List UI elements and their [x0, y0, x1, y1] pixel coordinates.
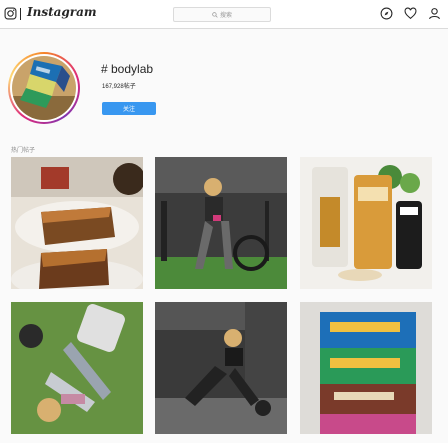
- posts-count: 167,928帖子: [102, 84, 136, 90]
- header-divider: [20, 8, 21, 20]
- instagram-logo[interactable]: Instagram: [27, 5, 97, 19]
- follow-button[interactable]: 关注: [102, 102, 156, 115]
- top-posts-heading: 热门帖子: [11, 148, 36, 154]
- post-thumbnail[interactable]: [155, 157, 287, 289]
- avatar-border: [10, 54, 78, 122]
- hashtag-title: # bodylab: [101, 62, 154, 76]
- hashtag-avatar[interactable]: [8, 52, 80, 124]
- search-input[interactable]: 搜索: [173, 7, 271, 22]
- camera-icon[interactable]: [4, 7, 17, 20]
- post-thumbnail[interactable]: [11, 157, 143, 289]
- post-thumbnail[interactable]: [300, 302, 432, 434]
- heart-icon[interactable]: [404, 7, 417, 20]
- compass-icon[interactable]: [380, 7, 393, 20]
- avatar-image: [12, 56, 76, 120]
- search-placeholder: 搜索: [219, 13, 232, 19]
- post-thumbnail[interactable]: [11, 302, 143, 434]
- user-icon[interactable]: [428, 7, 441, 20]
- post-thumbnail[interactable]: [155, 302, 287, 434]
- post-thumbnail[interactable]: [300, 157, 432, 289]
- top-navigation-bar: Instagram 搜索: [0, 0, 448, 29]
- search-icon: [212, 11, 218, 18]
